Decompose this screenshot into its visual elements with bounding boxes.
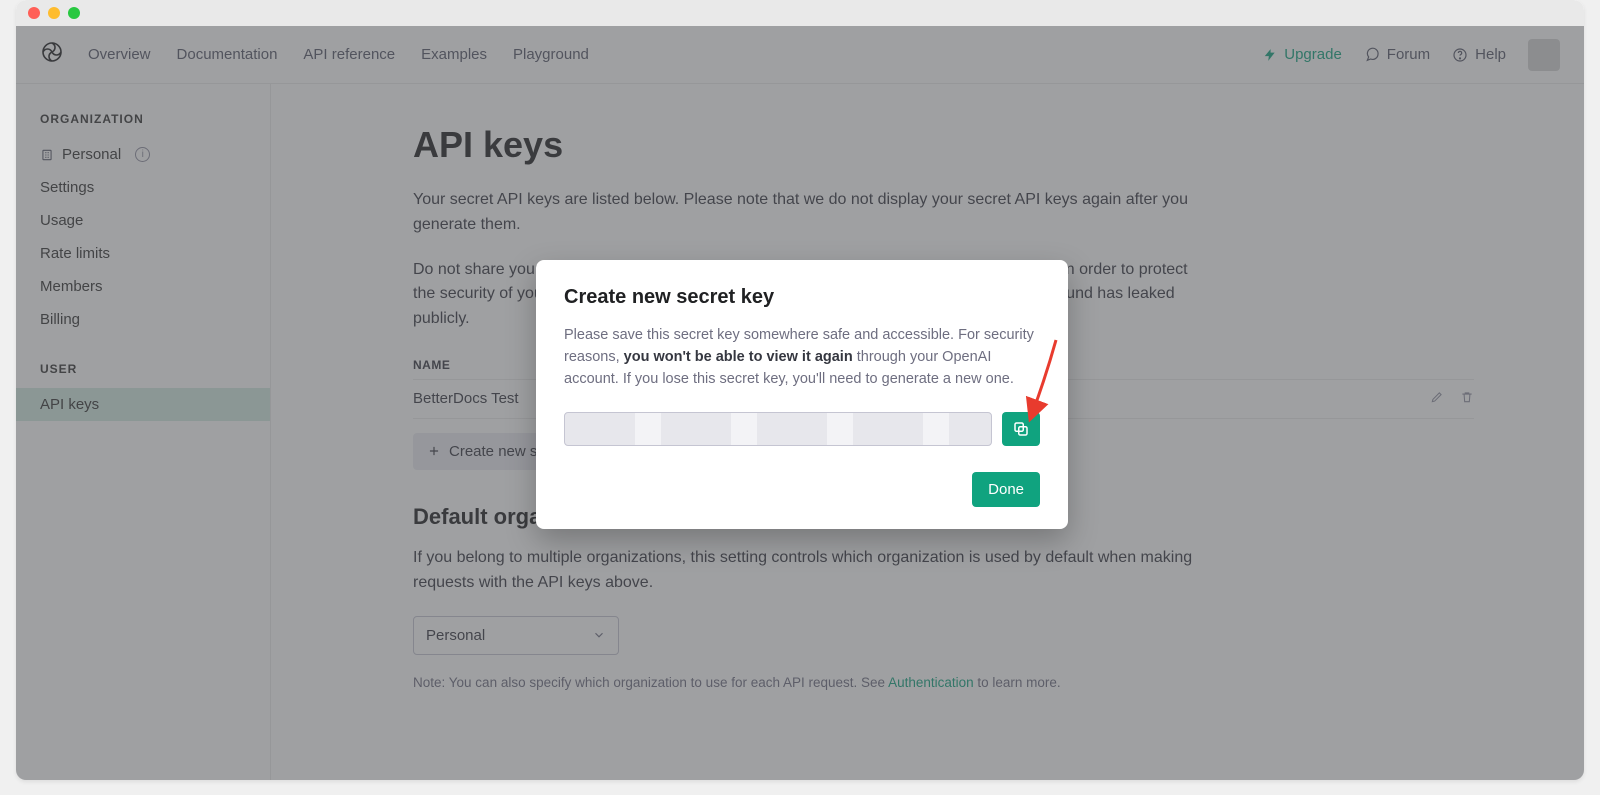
secret-key-field[interactable] <box>564 412 992 446</box>
modal-message: Please save this secret key somewhere sa… <box>564 325 1040 390</box>
modal-title: Create new secret key <box>564 286 1040 309</box>
copy-icon <box>1012 420 1030 438</box>
window-maximize-button[interactable] <box>68 7 80 19</box>
window-minimize-button[interactable] <box>48 7 60 19</box>
copy-key-button[interactable] <box>1002 412 1040 446</box>
done-button[interactable]: Done <box>972 472 1040 507</box>
window-close-button[interactable] <box>28 7 40 19</box>
create-key-modal: Create new secret key Please save this s… <box>536 260 1068 529</box>
window-titlebar <box>16 0 1584 26</box>
